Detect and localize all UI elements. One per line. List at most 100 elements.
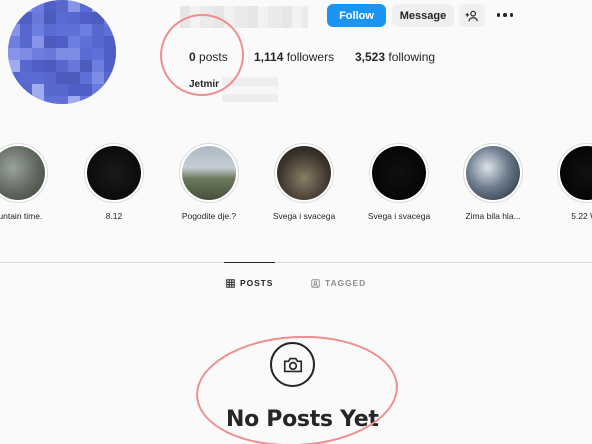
avatar-pixel — [92, 72, 104, 84]
message-button[interactable]: Message — [392, 4, 454, 27]
highlight-cover-ring — [369, 143, 429, 203]
avatar-pixel — [44, 72, 56, 84]
avatar-pixel — [56, 84, 68, 96]
highlight-label: 5.22 We — [571, 211, 592, 221]
highlight-cover-image — [277, 146, 331, 200]
posts-count: 0 posts — [189, 50, 228, 64]
avatar-pixel — [68, 60, 80, 72]
highlight-label: 8.12 — [105, 211, 123, 221]
avatar-pixel — [80, 96, 92, 104]
follow-button[interactable]: Follow — [327, 4, 386, 27]
avatar-pixel — [68, 36, 80, 48]
avatar-pixel — [80, 12, 92, 24]
tab-tagged[interactable]: TAGGED — [311, 277, 366, 289]
avatar-pixel — [20, 84, 32, 96]
highlight-label: Pogodite dje.? — [181, 211, 237, 221]
highlight-item[interactable]: 8.12 — [75, 143, 153, 221]
avatar-pixel — [8, 36, 20, 48]
avatar-pixel — [32, 96, 44, 104]
highlight-item[interactable]: Svega i svacega — [360, 143, 438, 221]
highlight-item[interactable]: Pogodite dje.? — [170, 143, 248, 221]
avatar-pixel — [56, 96, 68, 104]
avatar-pixel — [20, 60, 32, 72]
highlight-item[interactable]: 5.22 We — [548, 143, 592, 221]
highlight-cover-ring — [557, 143, 592, 203]
tagged-icon — [311, 278, 320, 288]
avatar-pixel — [20, 12, 32, 24]
avatar-pixel — [56, 72, 68, 84]
avatar-pixel — [80, 24, 92, 36]
following-label: following — [388, 50, 436, 64]
avatar-pixel — [20, 36, 32, 48]
empty-state-title: No Posts Yet — [226, 407, 379, 432]
suggest-user-button[interactable] — [459, 4, 485, 27]
followers-label: followers — [286, 50, 335, 64]
highlight-label: Svega i svacega — [367, 211, 431, 221]
tab-tagged-label: TAGGED — [325, 278, 367, 288]
avatar-pixel — [104, 72, 116, 84]
more-dot — [503, 13, 507, 17]
avatar-pixel — [56, 24, 68, 36]
avatar-pixel — [8, 60, 20, 72]
avatar-pixel — [44, 12, 56, 24]
tab-posts[interactable]: POSTS — [223, 262, 276, 289]
tabs-divider — [0, 262, 592, 263]
avatar-pixel — [8, 84, 20, 96]
avatar-pixel — [92, 12, 104, 24]
highlight-cover-ring — [463, 143, 523, 203]
avatar-pixel — [80, 60, 92, 72]
highlight-label: Zima bila hla... — [465, 211, 521, 221]
avatar-pixel — [68, 48, 80, 60]
avatar-pixel — [32, 72, 44, 84]
more-options-button[interactable] — [494, 6, 516, 24]
person-plus-icon — [465, 10, 478, 21]
avatar-pixel — [32, 48, 44, 60]
avatar-pixel — [68, 96, 80, 104]
avatar-pixel — [20, 24, 32, 36]
avatar-pixel — [92, 0, 104, 12]
avatar-pixel — [92, 36, 104, 48]
highlight-item[interactable]: Svega i svacega — [265, 143, 343, 221]
profile-avatar[interactable] — [8, 0, 116, 104]
followers-link[interactable]: 1,114 followers — [254, 50, 334, 64]
highlight-cover-image — [560, 146, 592, 200]
avatar-pixel — [44, 36, 56, 48]
avatar-pixel — [68, 0, 80, 12]
avatar-pixel — [20, 96, 32, 104]
avatar-pixel — [104, 12, 116, 24]
avatar-pixel — [80, 72, 92, 84]
avatar-pixel — [80, 36, 92, 48]
avatar-pixel — [80, 84, 92, 96]
highlight-item[interactable]: Zima bila hla... — [454, 143, 532, 221]
avatar-pixel — [32, 36, 44, 48]
highlight-item[interactable]: ountain time. — [0, 143, 57, 221]
avatar-pixel — [44, 0, 56, 12]
username-obscured — [180, 6, 308, 28]
avatar-pixel — [8, 48, 20, 60]
avatar-pixel — [56, 48, 68, 60]
avatar-pixel — [32, 12, 44, 24]
avatar-pixel — [56, 60, 68, 72]
avatar-pixel — [92, 96, 104, 104]
avatar-pixel — [92, 24, 104, 36]
avatar-pixel — [32, 60, 44, 72]
followers-number: 1,114 — [254, 50, 284, 64]
more-dot — [509, 13, 514, 17]
grid-icon — [226, 278, 235, 288]
highlight-cover-ring — [274, 143, 334, 203]
avatar-pixel — [104, 48, 116, 60]
avatar-pixel — [92, 48, 104, 60]
avatar-pixel — [20, 48, 32, 60]
avatar-pixel — [56, 0, 68, 12]
avatar-pixel — [44, 84, 56, 96]
avatar-pixel — [56, 36, 68, 48]
avatar-pixel — [20, 0, 32, 12]
avatar-pixel — [80, 48, 92, 60]
avatar-pixel — [32, 84, 44, 96]
following-link[interactable]: 3,523 following — [355, 50, 435, 64]
avatar-pixel — [44, 96, 56, 104]
highlight-cover-ring — [179, 143, 239, 203]
bio-obscured — [222, 76, 278, 102]
highlight-cover-ring — [84, 143, 144, 203]
highlight-cover-image — [0, 146, 45, 200]
